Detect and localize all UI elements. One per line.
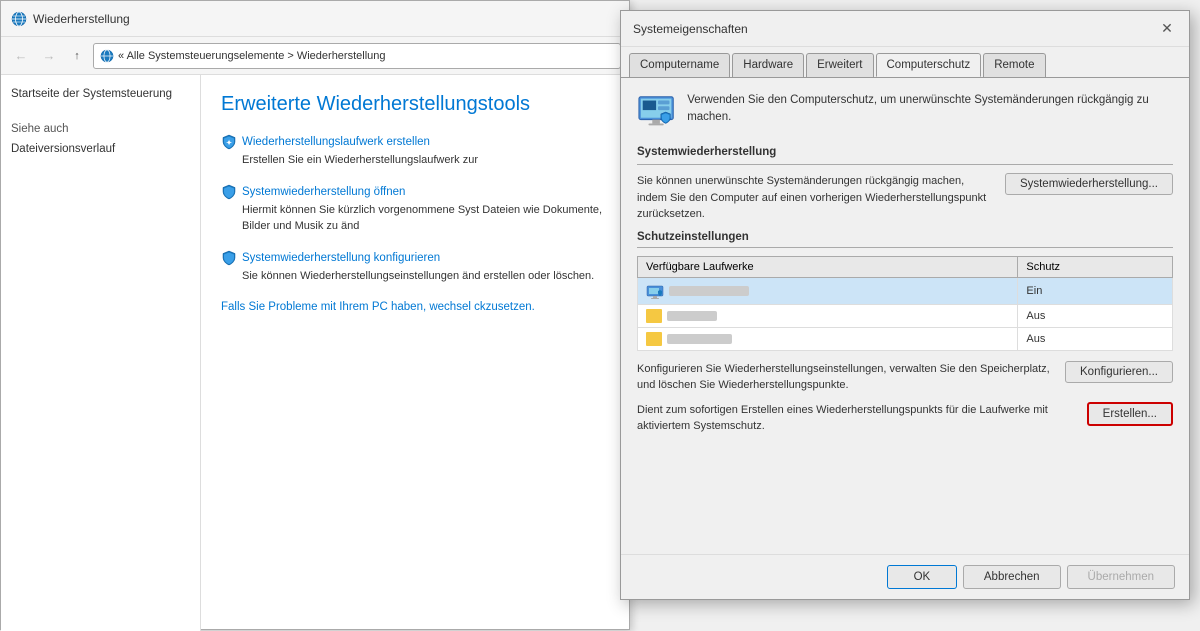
konfigurieren-btn[interactable]: Konfigurieren...: [1065, 361, 1173, 383]
systemwiederherstellung-section: Systemwiederherstellung Sie können unerw…: [637, 146, 1173, 223]
info-section: Verwenden Sie den Computerschutz, um une…: [637, 92, 1173, 132]
tool-link-3[interactable]: Systemwiederherstellung konfigurieren: [221, 250, 609, 266]
nav-forward-btn[interactable]: →: [37, 44, 61, 68]
address-bar-icon: [100, 49, 114, 63]
table-row[interactable]: Aus: [638, 304, 1173, 327]
drive-schutz-1: Ein: [1018, 277, 1173, 304]
col-header-laufwerke: Verfügbare Laufwerke: [638, 256, 1018, 277]
shield-icon-2: [221, 184, 237, 200]
systemwiederherstellung-desc: Sie können unerwünschte Systemänderungen…: [637, 173, 995, 223]
col-header-schutz: Schutz: [1018, 256, 1173, 277]
abbrechen-button[interactable]: Abbrechen: [963, 565, 1061, 589]
drive-table: Verfügbare Laufwerke Schutz: [637, 256, 1173, 351]
tool-link-1[interactable]: ✦ Wiederherstellungslaufwerk erstellen: [221, 134, 609, 150]
drive-name-3: [667, 334, 732, 344]
drive-cell-icon-3: [646, 332, 1009, 346]
section-divider-2: [637, 247, 1173, 248]
explorer-sidebar: Startseite der Systemsteuerung Siehe auc…: [1, 75, 201, 631]
systemwiederherstellung-btn[interactable]: Systemwiederherstellung...: [1005, 173, 1173, 195]
drive-cell-icon-2: [646, 309, 1009, 323]
dialog-footer: OK Abbrechen Übernehmen: [621, 554, 1189, 599]
dialog-title: Systemeigenschaften: [633, 22, 1157, 36]
system-properties-dialog: Systemeigenschaften ✕ Computername Hardw…: [620, 10, 1190, 600]
page-heading: Erweiterte Wiederherstellungstools: [221, 93, 609, 116]
drive-name-1: [669, 286, 749, 296]
uebernehmen-button[interactable]: Übernehmen: [1067, 565, 1175, 589]
tool-desc-1: Erstellen Sie ein Wiederherstellungslauf…: [221, 153, 609, 168]
explorer-main: Erweiterte Wiederherstellungstools ✦ Wie…: [201, 75, 629, 631]
tool-item-3: Systemwiederherstellung konfigurieren Si…: [221, 250, 609, 284]
drive-icon-1: [646, 282, 664, 300]
drive-cell-2: [638, 304, 1018, 327]
shield-icon-1: ✦: [221, 134, 237, 150]
drive-schutz-3: Aus: [1018, 327, 1173, 350]
dialog-body: Verwenden Sie den Computerschutz, um une…: [621, 78, 1189, 457]
folder-icon-2: [646, 309, 662, 323]
drive-schutz-2: Aus: [1018, 304, 1173, 327]
section-divider-1: [637, 164, 1173, 165]
explorer-window: Wiederherstellung ← → ↑ « Alle Systemste…: [0, 0, 630, 630]
drive-cell-1: [638, 277, 1018, 304]
systemwiederherstellung-row: Sie können unerwünschte Systemänderungen…: [637, 173, 1173, 223]
bottom-link[interactable]: Falls Sie Probleme mit Ihrem PC haben, w…: [221, 301, 609, 313]
screen: Wiederherstellung ← → ↑ « Alle Systemste…: [0, 0, 1200, 630]
dialog-titlebar: Systemeigenschaften ✕: [621, 11, 1189, 47]
shield-icon-3: [221, 250, 237, 266]
address-bar[interactable]: « Alle Systemsteuerungselemente > Wieder…: [93, 43, 621, 69]
tab-computerschutz[interactable]: Computerschutz: [876, 53, 982, 77]
system-protection-icon: [637, 92, 675, 132]
tool-item-1: ✦ Wiederherstellungslaufwerk erstellen E…: [221, 134, 609, 168]
tab-bar: Computername Hardware Erweitert Computer…: [621, 47, 1189, 78]
drive-name-2: [667, 311, 717, 321]
tool-item-2: Systemwiederherstellung öffnen Hiermit k…: [221, 184, 609, 234]
sidebar-link-home[interactable]: Startseite der Systemsteuerung: [11, 85, 190, 103]
info-text: Verwenden Sie den Computerschutz, um une…: [687, 92, 1173, 127]
nav-back-btn[interactable]: ←: [9, 44, 33, 68]
explorer-title: Wiederherstellung: [33, 12, 619, 26]
explorer-navbar: ← → ↑ « Alle Systemsteuerungselemente > …: [1, 37, 629, 75]
tab-hardware[interactable]: Hardware: [732, 53, 804, 77]
tool-link-2[interactable]: Systemwiederherstellung öffnen: [221, 184, 609, 200]
erstellen-row: Dient zum sofortigen Erstellen eines Wie…: [637, 402, 1173, 435]
erstellen-btn[interactable]: Erstellen...: [1087, 402, 1173, 426]
tab-computername[interactable]: Computername: [629, 53, 730, 77]
systemwiederherstellung-header: Systemwiederherstellung: [637, 146, 1173, 158]
svg-text:✦: ✦: [226, 139, 232, 147]
explorer-titlebar: Wiederherstellung: [1, 1, 629, 37]
sidebar-section-see-also: Siehe auch: [11, 123, 190, 135]
drive-cell-3: [638, 327, 1018, 350]
konfigurieren-desc: Konfigurieren Sie Wiederherstellungseins…: [637, 361, 1055, 394]
ok-button[interactable]: OK: [887, 565, 957, 589]
erstellen-desc: Dient zum sofortigen Erstellen eines Wie…: [637, 402, 1077, 435]
table-row[interactable]: Ein: [638, 277, 1173, 304]
tab-erweitert[interactable]: Erweitert: [806, 53, 873, 77]
explorer-title-icon: [11, 11, 27, 27]
tab-remote[interactable]: Remote: [983, 53, 1045, 77]
explorer-content: Startseite der Systemsteuerung Siehe auc…: [1, 75, 629, 631]
tool-desc-2: Hiermit können Sie kürzlich vorgenommene…: [221, 203, 609, 234]
drive-cell-icon-1: [646, 282, 1009, 300]
nav-up-btn[interactable]: ↑: [65, 44, 89, 68]
sidebar-link-file-history[interactable]: Dateiversionsverlauf: [11, 140, 190, 158]
tool-desc-3: Sie können Wiederherstellungseinstellung…: [221, 269, 609, 284]
folder-icon-3: [646, 332, 662, 346]
dialog-close-button[interactable]: ✕: [1157, 19, 1177, 39]
schutzeinstellungen-section: Schutzeinstellungen Verfügbare Laufwerke…: [637, 231, 1173, 435]
table-row[interactable]: Aus: [638, 327, 1173, 350]
schutzeinstellungen-header: Schutzeinstellungen: [637, 231, 1173, 243]
address-text: « Alle Systemsteuerungselemente > Wieder…: [118, 50, 386, 62]
konfigurieren-row: Konfigurieren Sie Wiederherstellungseins…: [637, 361, 1173, 394]
